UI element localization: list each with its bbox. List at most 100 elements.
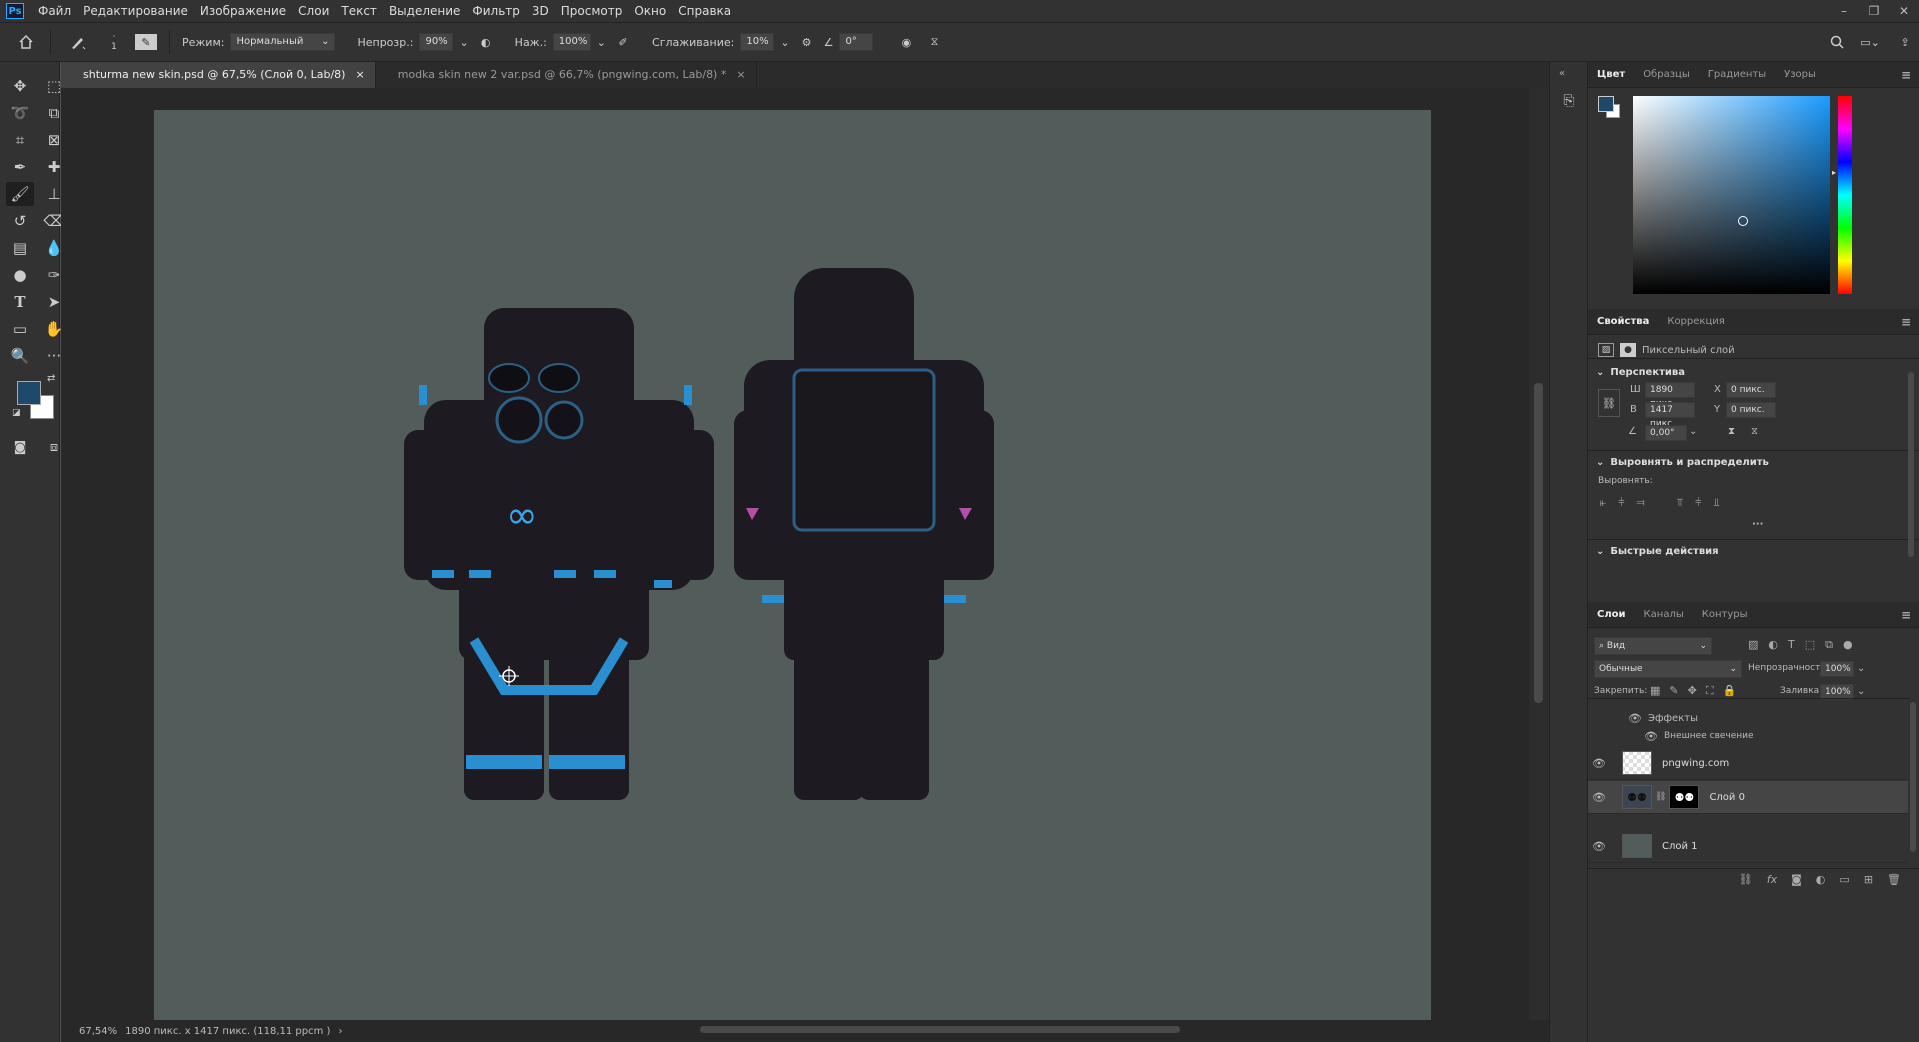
tab-swatches[interactable]: Образцы bbox=[1634, 69, 1699, 80]
opacity-dropdown-icon[interactable]: ⌄ bbox=[459, 36, 468, 49]
document-canvas[interactable]: ∞ bbox=[154, 110, 1431, 1022]
eye-icon[interactable]: 👁 bbox=[1588, 840, 1610, 853]
gear-icon[interactable]: ⚙ bbox=[796, 36, 818, 49]
pressure-size-icon[interactable]: ◉ bbox=[895, 36, 917, 49]
fx-icon[interactable]: fx bbox=[1767, 873, 1777, 886]
lock-transparent-icon[interactable]: ▦ bbox=[1650, 684, 1660, 698]
mode-select[interactable]: Нормальный ⌄ bbox=[230, 33, 336, 51]
search-icon[interactable] bbox=[1825, 35, 1849, 49]
pressure-opacity-icon[interactable]: ◐ bbox=[475, 36, 497, 49]
move-tool-icon[interactable]: ✥ bbox=[6, 74, 34, 98]
filter-toggle-icon[interactable]: ● bbox=[1843, 638, 1853, 652]
link-icon[interactable]: ⛓ bbox=[1739, 873, 1753, 886]
align-left-icon[interactable]: ⫦ bbox=[1600, 496, 1606, 510]
lock-position-icon[interactable]: ✥ bbox=[1688, 684, 1697, 698]
eye-icon[interactable]: 👁 bbox=[1628, 712, 1642, 725]
history-panel-icon[interactable]: ⎘ bbox=[1558, 90, 1580, 112]
tab-gradients[interactable]: Градиенты bbox=[1699, 69, 1775, 80]
properties-scrollbar[interactable] bbox=[1908, 372, 1914, 557]
history-brush-tool-icon[interactable]: ↺ bbox=[6, 209, 34, 233]
smoothing-input[interactable]: 10% bbox=[740, 33, 775, 51]
eyedropper-tool-icon[interactable]: ✒ bbox=[6, 155, 34, 179]
perspective-section[interactable]: ⌄ Перспектива bbox=[1588, 362, 1685, 382]
quick-actions-section[interactable]: ⌄ Быстрые действия bbox=[1588, 541, 1719, 561]
opacity-dropdown-icon[interactable]: ⌄ bbox=[1857, 663, 1865, 674]
fg-color-chip-top[interactable] bbox=[1598, 96, 1614, 112]
menu-window[interactable]: Окно bbox=[628, 0, 672, 22]
angle-input[interactable]: 0° bbox=[839, 33, 874, 51]
layer-row[interactable]: 👁 Слой 1 bbox=[1588, 830, 1908, 863]
foreground-color-top[interactable] bbox=[17, 381, 41, 405]
panel-menu-icon[interactable]: ≡ bbox=[1901, 68, 1911, 82]
layer-mask-thumbnail[interactable]: ⚉⚉ bbox=[1669, 785, 1700, 809]
tab-color[interactable]: Цвет bbox=[1588, 69, 1634, 80]
brush-size-indicator[interactable]: · 1 bbox=[99, 32, 129, 52]
angle-field[interactable]: 0,00° bbox=[1645, 425, 1687, 441]
opacity-input[interactable]: 90% bbox=[419, 33, 454, 51]
blend-mode-select[interactable]: Обычные ⌄ bbox=[1594, 660, 1742, 678]
minimize-button[interactable]: – bbox=[1829, 0, 1859, 22]
gradient-tool-icon[interactable]: ▤ bbox=[6, 236, 34, 260]
eye-icon[interactable]: 👁 bbox=[1588, 757, 1610, 770]
airbrush-icon[interactable]: ✐ bbox=[612, 36, 634, 49]
filter-shape-icon[interactable]: ⬚ bbox=[1805, 638, 1815, 652]
layer-name[interactable]: Слой 1 bbox=[1662, 841, 1698, 852]
color-field[interactable] bbox=[1633, 96, 1830, 294]
x-field[interactable]: 0 пикс. bbox=[1726, 382, 1776, 398]
hue-marker-icon[interactable]: ▸ bbox=[1832, 168, 1836, 177]
scroll-thumb[interactable] bbox=[1534, 383, 1543, 703]
eye-icon[interactable]: 👁 bbox=[1588, 791, 1610, 804]
tab-patterns[interactable]: Узоры bbox=[1775, 69, 1825, 80]
height-field[interactable]: 1417 пикс bbox=[1645, 402, 1695, 429]
horizontal-scrollbar[interactable] bbox=[700, 1026, 1180, 1033]
folder-icon[interactable]: ▭ bbox=[1839, 873, 1849, 886]
filter-pixel-icon[interactable]: ▨ bbox=[1748, 638, 1758, 652]
layer-row[interactable]: 👁 pngwing.com bbox=[1588, 747, 1908, 780]
flip-vertical-icon[interactable]: ⧖ bbox=[1751, 426, 1758, 437]
quick-mask-icon[interactable]: ◙ bbox=[6, 435, 34, 459]
outer-glow-row[interactable]: 👁 Внешнее свечение bbox=[1588, 727, 1908, 745]
more-options-icon[interactable]: ··· bbox=[1752, 519, 1763, 530]
brush-preset-icon[interactable] bbox=[63, 34, 93, 50]
chain-link-icon[interactable]: ⛓ bbox=[1655, 792, 1666, 802]
filter-adjustment-icon[interactable]: ◐ bbox=[1768, 638, 1778, 652]
home-icon[interactable] bbox=[14, 34, 38, 50]
close-icon[interactable]: × bbox=[736, 62, 745, 88]
menu-layers[interactable]: Слои bbox=[292, 0, 335, 22]
menu-text[interactable]: Текст bbox=[335, 0, 383, 22]
default-colors-icon[interactable]: ◪ bbox=[12, 408, 21, 418]
close-window-button[interactable]: ✕ bbox=[1889, 0, 1919, 22]
y-field[interactable]: 0 пикс. bbox=[1726, 402, 1776, 418]
photoshop-logo-icon[interactable]: Ps bbox=[6, 3, 24, 19]
link-dimensions-icon[interactable]: ⛓ bbox=[1598, 389, 1620, 417]
hue-slider[interactable] bbox=[1838, 96, 1852, 294]
align-section[interactable]: ⌄ Выровнять и распределить bbox=[1588, 452, 1769, 472]
filter-type-icon[interactable]: T bbox=[1788, 638, 1795, 652]
share-icon[interactable]: ⇪ bbox=[1891, 36, 1919, 49]
lock-artboard-icon[interactable]: ⛶ bbox=[1706, 684, 1714, 698]
width-field[interactable]: 1890 пикс bbox=[1645, 382, 1695, 409]
tab-layers[interactable]: Слои bbox=[1588, 609, 1635, 620]
zoom-level[interactable]: 67,54% bbox=[79, 1026, 117, 1037]
collapse-icon[interactable]: « bbox=[1559, 68, 1565, 79]
status-arrow-icon[interactable]: › bbox=[338, 1026, 342, 1037]
vertical-scrollbar[interactable] bbox=[1529, 88, 1549, 1020]
tab-properties[interactable]: Свойства bbox=[1588, 316, 1658, 327]
restore-button[interactable]: ❐ bbox=[1859, 0, 1889, 22]
crop-tool-icon[interactable]: ⌗ bbox=[6, 128, 34, 152]
align-right-icon[interactable]: ⫤ bbox=[1637, 496, 1645, 510]
brush-panel-toggle-icon[interactable]: ✎ bbox=[135, 34, 157, 50]
lasso-tool-icon[interactable]: ➰ bbox=[6, 101, 34, 125]
tab-shturma[interactable]: shturma new skin.psd @ 67,5% (Слой 0, La… bbox=[61, 62, 376, 88]
adjustment-icon[interactable]: ◐ bbox=[1816, 873, 1826, 886]
symmetry-icon[interactable]: ⧖ bbox=[923, 35, 945, 49]
tab-channels[interactable]: Каналы bbox=[1635, 609, 1693, 620]
tab-adjustments[interactable]: Коррекция bbox=[1658, 316, 1733, 327]
eye-icon[interactable]: 👁 bbox=[1644, 730, 1658, 743]
lock-pixels-icon[interactable]: ✎ bbox=[1669, 684, 1678, 698]
panel-menu-icon[interactable]: ≡ bbox=[1901, 608, 1911, 622]
layers-scrollbar[interactable] bbox=[1910, 702, 1916, 852]
zoom-tool-icon[interactable]: 🔍 bbox=[6, 344, 34, 368]
close-icon[interactable]: × bbox=[355, 62, 364, 88]
brush-tool-icon[interactable]: 🖌 bbox=[6, 182, 34, 206]
